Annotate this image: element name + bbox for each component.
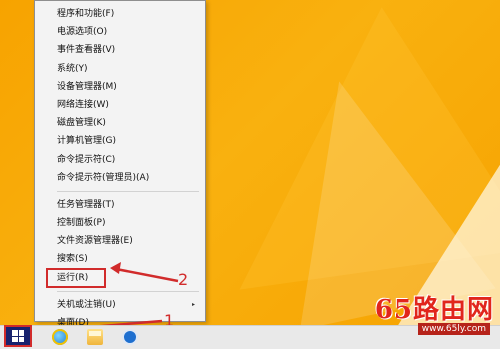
clock-app-icon[interactable] bbox=[122, 329, 138, 345]
watermark: 65路由网 www.65ly.com bbox=[315, 289, 500, 349]
watermark-title: 65路由网 bbox=[374, 295, 494, 325]
annotation-label-2: 2 bbox=[178, 270, 189, 289]
watermark-url: www.65ly.com bbox=[417, 323, 490, 335]
file-explorer-icon[interactable] bbox=[87, 329, 103, 345]
start-button[interactable] bbox=[4, 325, 32, 347]
annotation-arrow-2 bbox=[110, 262, 179, 283]
windows-logo-icon bbox=[12, 330, 24, 342]
internet-explorer-icon[interactable] bbox=[52, 329, 68, 345]
